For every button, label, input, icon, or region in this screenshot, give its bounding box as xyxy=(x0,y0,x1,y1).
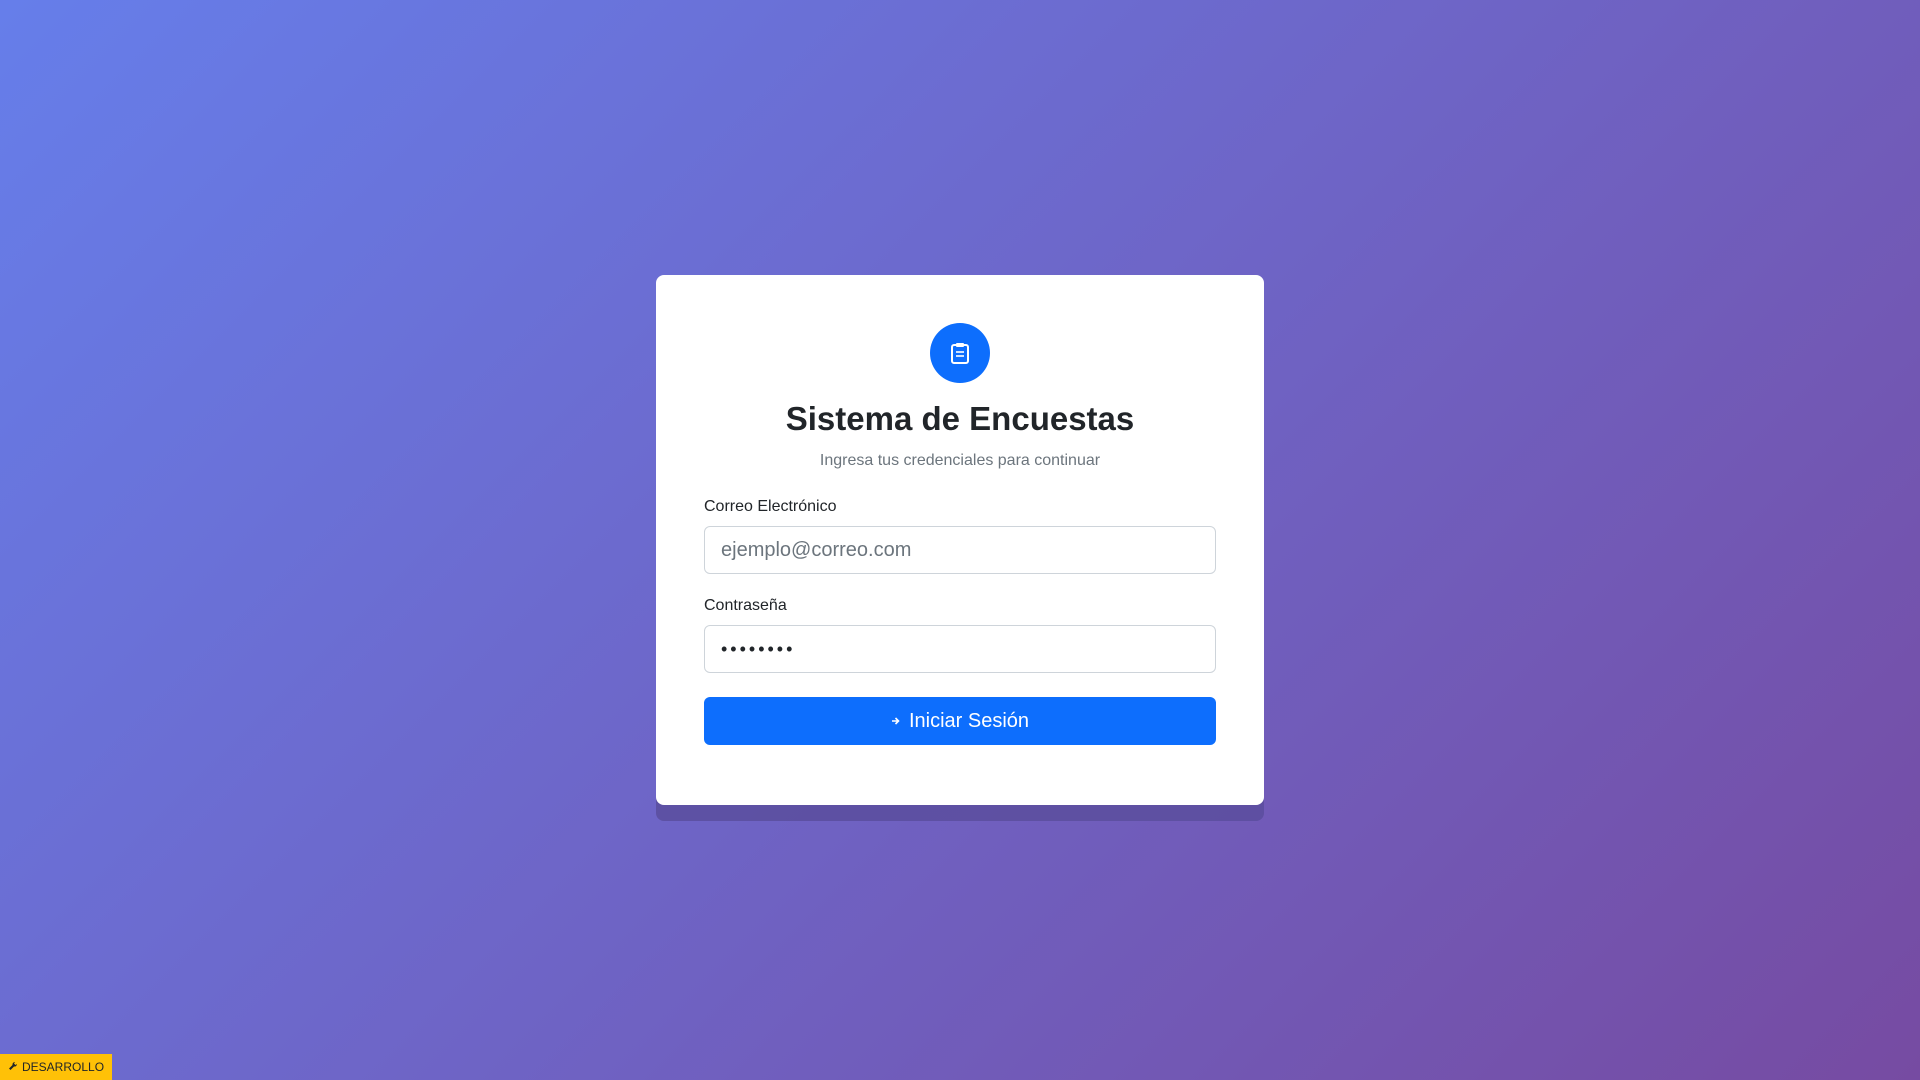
login-button-label: Iniciar Sesión xyxy=(908,709,1030,732)
page-title: Sistema de Encuestas xyxy=(785,400,1135,437)
environment-badge: DESARROLLO xyxy=(0,1054,113,1080)
logo-badge xyxy=(930,323,990,383)
clipboard-icon xyxy=(951,342,969,364)
login-icon xyxy=(891,714,901,728)
email-label: Correo Electrónico xyxy=(704,498,837,515)
login-card: Sistema de Encuestas Ingresa tus credenc… xyxy=(656,275,1264,805)
password-field[interactable] xyxy=(704,625,1216,673)
wrench-icon xyxy=(8,1060,18,1074)
login-button[interactable]: Iniciar Sesión xyxy=(704,697,1216,745)
environment-badge-label: DESARROLLO xyxy=(22,1060,105,1074)
password-label: Contraseña xyxy=(704,597,787,614)
email-field[interactable] xyxy=(704,526,1216,574)
page-subtitle: Ingresa tus credenciales para continuar xyxy=(819,452,1101,469)
